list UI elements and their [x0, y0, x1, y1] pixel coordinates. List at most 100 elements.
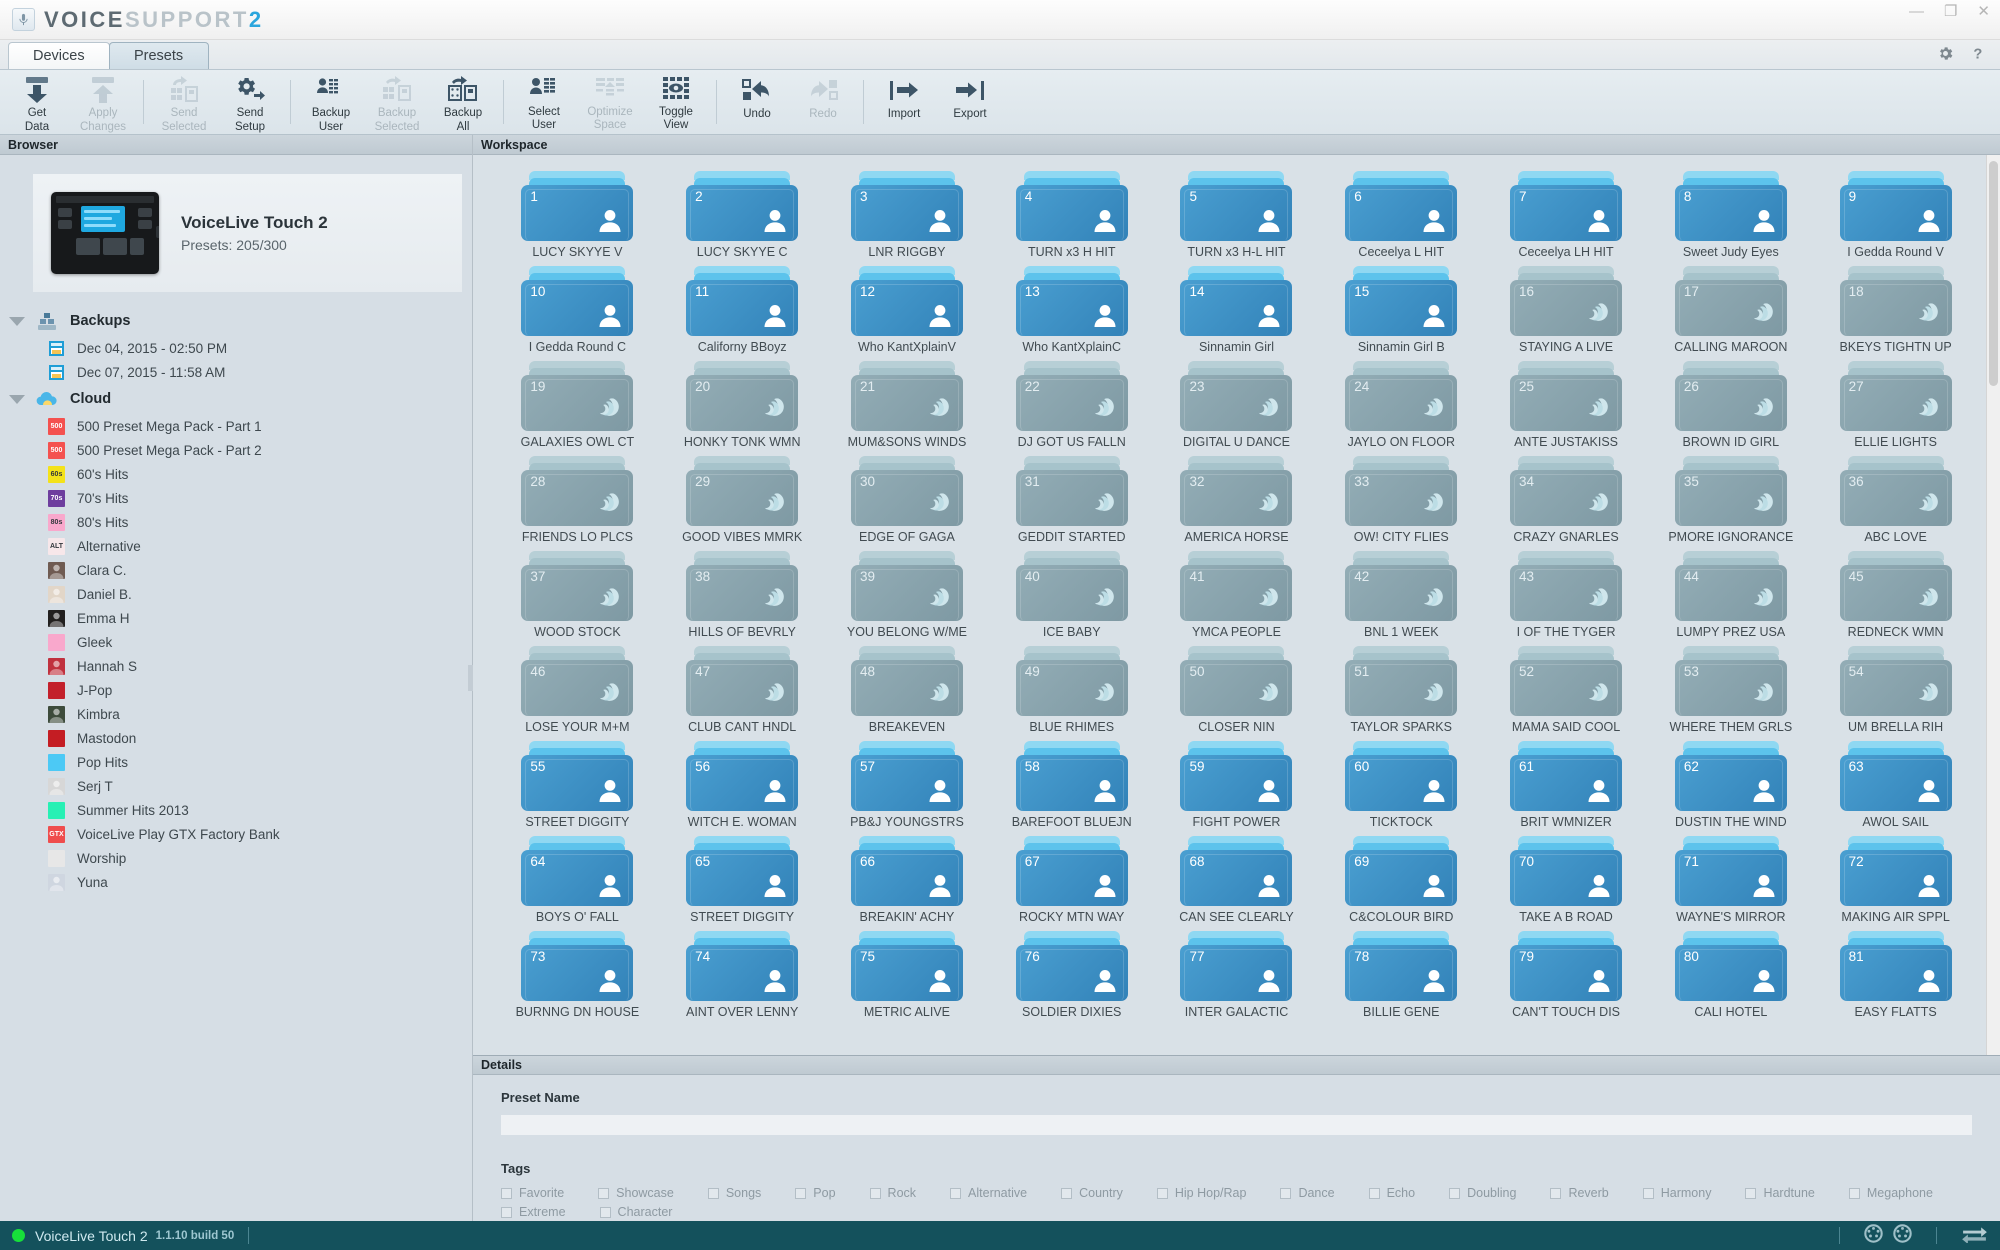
- preset-card-user[interactable]: 3: [850, 171, 963, 241]
- tree-item[interactable]: ALT Alternative: [0, 534, 472, 558]
- preset-card-user[interactable]: 61: [1510, 741, 1623, 811]
- preset-cell[interactable]: 70 TAKE A B ROAD: [1484, 836, 1649, 924]
- preset-cell[interactable]: 12 Who KantXplainV: [825, 266, 990, 354]
- tree-item[interactable]: GTX VoiceLive Play GTX Factory Bank: [0, 822, 472, 846]
- toggle-view-button[interactable]: Toggle View: [643, 71, 709, 133]
- preset-cell[interactable]: 31 GEDDIT STARTED: [989, 456, 1154, 544]
- backup-all-button[interactable]: Backup All: [430, 71, 496, 133]
- preset-card-factory[interactable]: 36: [1839, 456, 1952, 526]
- tree-item[interactable]: 80s 80's Hits: [0, 510, 472, 534]
- preset-card-user[interactable]: 66: [850, 836, 963, 906]
- preset-cell[interactable]: 58 BAREFOOT BLUEJN: [989, 741, 1154, 829]
- tree-item[interactable]: Dec 07, 2015 - 11:58 AM: [0, 360, 472, 384]
- preset-card-user[interactable]: 72: [1839, 836, 1952, 906]
- preset-cell[interactable]: 45 REDNECK WMN: [1813, 551, 1978, 639]
- preset-card-user[interactable]: 69: [1345, 836, 1458, 906]
- gear-icon[interactable]: [1937, 45, 1954, 65]
- tree-item[interactable]: Hannah S: [0, 654, 472, 678]
- preset-cell[interactable]: 48 BREAKEVEN: [825, 646, 990, 734]
- checkbox-icon[interactable]: [501, 1187, 512, 1199]
- tree-item[interactable]: Summer Hits 2013: [0, 798, 472, 822]
- preset-cell[interactable]: 38 HILLS OF BEVRLY: [660, 551, 825, 639]
- preset-cell[interactable]: 4 TURN x3 H HIT: [989, 171, 1154, 259]
- checkbox-icon[interactable]: [1848, 1187, 1860, 1199]
- tab-presets[interactable]: Presets: [108, 42, 209, 69]
- preset-card-user[interactable]: 81: [1839, 931, 1952, 1001]
- preset-cell[interactable]: 47 CLUB CANT HNDL: [660, 646, 825, 734]
- preset-cell[interactable]: 50 CLOSER NIN: [1154, 646, 1319, 734]
- checkbox-icon[interactable]: [1550, 1187, 1562, 1199]
- preset-card-user[interactable]: 55: [521, 741, 634, 811]
- preset-card-factory[interactable]: 22: [1015, 361, 1128, 431]
- preset-cell[interactable]: 53 WHERE THEM GRLS: [1648, 646, 1813, 734]
- preset-cell[interactable]: 41 YMCA PEOPLE: [1154, 551, 1319, 639]
- preset-card-user[interactable]: 2: [686, 171, 799, 241]
- tree-item[interactable]: Pop Hits: [0, 750, 472, 774]
- preset-card-user[interactable]: 1: [521, 171, 634, 241]
- checkbox-icon[interactable]: [1449, 1187, 1461, 1199]
- preset-cell[interactable]: 10 I Gedda Round C: [495, 266, 660, 354]
- optimize-space-button[interactable]: Optimize Space: [577, 71, 643, 133]
- preset-card-user[interactable]: 70: [1510, 836, 1623, 906]
- export-button[interactable]: Export: [937, 71, 1003, 133]
- preset-card-factory[interactable]: 25: [1510, 361, 1623, 431]
- preset-cell[interactable]: 44 LUMPY PREZ USA: [1648, 551, 1813, 639]
- preset-card-factory[interactable]: 49: [1015, 646, 1128, 716]
- tree-item[interactable]: Dec 04, 2015 - 02:50 PM: [0, 336, 472, 360]
- preset-card-user[interactable]: 68: [1180, 836, 1293, 906]
- tag-checkbox-item[interactable]: Character: [599, 1205, 672, 1219]
- preset-card-user[interactable]: 58: [1015, 741, 1128, 811]
- preset-card-factory[interactable]: 18: [1839, 266, 1952, 336]
- checkbox-icon[interactable]: [501, 1206, 512, 1218]
- preset-card-factory[interactable]: 51: [1345, 646, 1458, 716]
- preset-cell[interactable]: 74 AINT OVER LENNY: [660, 931, 825, 1019]
- preset-cell[interactable]: 43 I OF THE TYGER: [1484, 551, 1649, 639]
- checkbox-icon[interactable]: [869, 1187, 881, 1199]
- preset-cell[interactable]: 57 PB&J YOUNGSTRS: [825, 741, 990, 829]
- tag-checkbox-item[interactable]: Doubling: [1449, 1186, 1516, 1200]
- preset-card-user[interactable]: 56: [686, 741, 799, 811]
- preset-card-user[interactable]: 67: [1015, 836, 1128, 906]
- tree-item[interactable]: Mastodon: [0, 726, 472, 750]
- send-selected-button[interactable]: Send Selected: [151, 71, 217, 133]
- preset-card-factory[interactable]: 48: [850, 646, 963, 716]
- preset-card-user[interactable]: 73: [521, 931, 634, 1001]
- preset-card-factory[interactable]: 23: [1180, 361, 1293, 431]
- tree-item[interactable]: Yuna: [0, 870, 472, 894]
- preset-cell[interactable]: 77 INTER GALACTIC: [1154, 931, 1319, 1019]
- preset-card-user[interactable]: 10: [521, 266, 634, 336]
- preset-card-user[interactable]: 7: [1510, 171, 1623, 241]
- preset-cell[interactable]: 75 METRIC ALIVE: [825, 931, 990, 1019]
- checkbox-icon[interactable]: [598, 1187, 610, 1199]
- checkbox-icon[interactable]: [1368, 1187, 1380, 1199]
- preset-cell[interactable]: 18 BKEYS TIGHTN UP: [1813, 266, 1978, 354]
- preset-card-factory[interactable]: 20: [686, 361, 799, 431]
- tag-checkbox-item[interactable]: Dance: [1280, 1186, 1335, 1200]
- preset-cell[interactable]: 59 FIGHT POWER: [1154, 741, 1319, 829]
- preset-card-user[interactable]: 4: [1015, 171, 1128, 241]
- tag-checkbox-item[interactable]: Harmony: [1642, 1186, 1711, 1200]
- preset-cell[interactable]: 17 CALLING MAROON: [1648, 266, 1813, 354]
- preset-card-factory[interactable]: 53: [1674, 646, 1787, 716]
- preset-card-user[interactable]: 12: [850, 266, 963, 336]
- preset-card-user[interactable]: 60: [1345, 741, 1458, 811]
- preset-cell[interactable]: 61 BRIT WMNIZER: [1484, 741, 1649, 829]
- tree-item[interactable]: Daniel B.: [0, 582, 472, 606]
- tag-checkbox-item[interactable]: Hip Hop/Rap: [1156, 1186, 1246, 1200]
- preset-cell[interactable]: 71 WAYNE'S MIRROR: [1648, 836, 1813, 924]
- tree-item[interactable]: Serj T: [0, 774, 472, 798]
- tree-item[interactable]: Gleek: [0, 630, 472, 654]
- preset-cell[interactable]: 68 CAN SEE CLEARLY: [1154, 836, 1319, 924]
- preset-cell[interactable]: 21 MUM&SONS WINDS: [825, 361, 990, 449]
- select-user-button[interactable]: Select User: [511, 71, 577, 133]
- preset-cell[interactable]: 49 BLUE RHIMES: [989, 646, 1154, 734]
- preset-cell[interactable]: 2 LUCY SKYYE C: [660, 171, 825, 259]
- preset-cell[interactable]: 69 C&COLOUR BIRD: [1319, 836, 1484, 924]
- checkbox-icon[interactable]: [1061, 1187, 1073, 1199]
- undo-button[interactable]: Undo: [724, 71, 790, 133]
- preset-cell[interactable]: 3 LNR RIGGBY: [825, 171, 990, 259]
- minimize-button[interactable]: —: [1909, 4, 1924, 19]
- preset-card-factory[interactable]: 27: [1839, 361, 1952, 431]
- preset-cell[interactable]: 1 LUCY SKYYE V: [495, 171, 660, 259]
- close-button[interactable]: ✕: [1977, 4, 1990, 19]
